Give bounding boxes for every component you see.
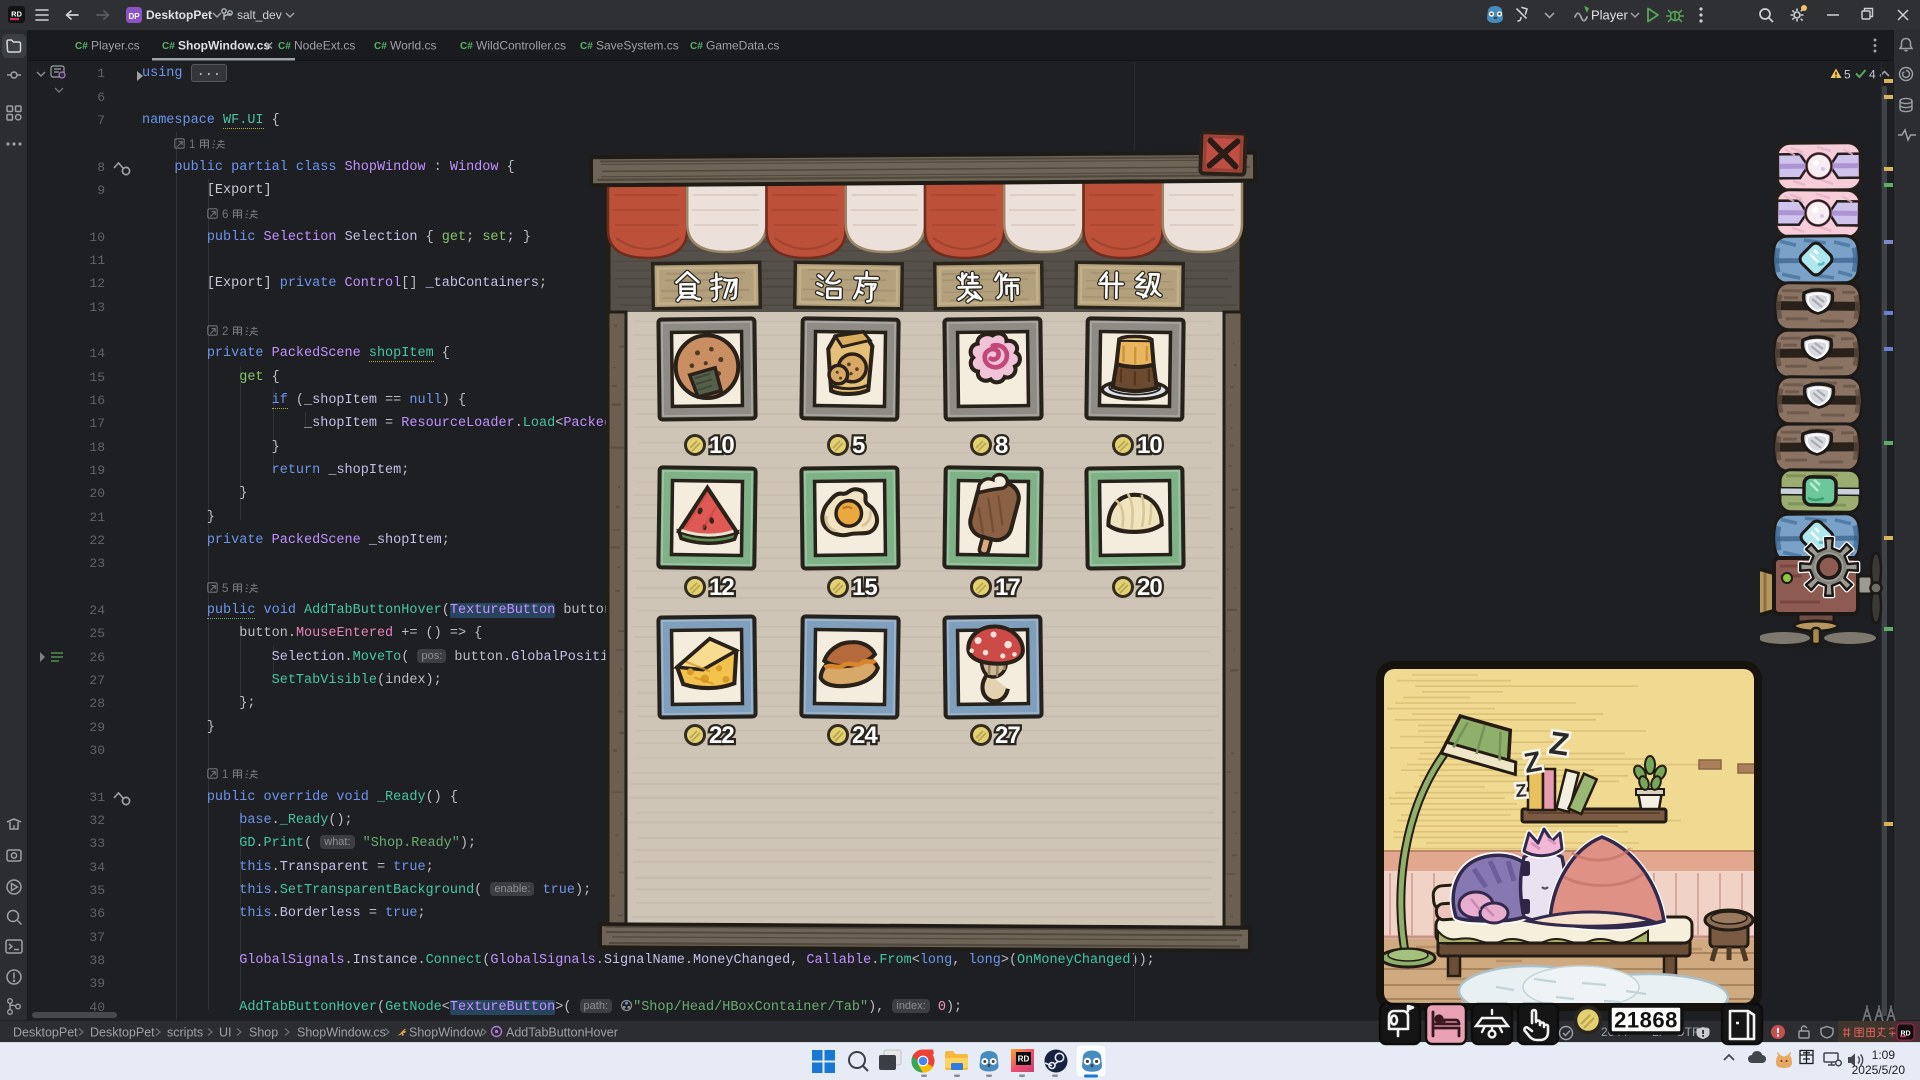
svg-text:RD: RD (1900, 1031, 1910, 1038)
svg-text:22: 22 (709, 722, 734, 749)
svg-text:WildController.cs: WildController.cs (476, 39, 566, 53)
svg-text:DesktopPet: DesktopPet (146, 8, 212, 22)
svg-text:4: 4 (1869, 68, 1876, 82)
svg-text:ShopWindow: ShopWindow (409, 1026, 484, 1040)
svg-text:World.cs: World.cs (390, 39, 436, 53)
svg-text:ShopWindow.cs: ShopWindow.cs (178, 39, 270, 53)
svg-text:AddTabButtonHover: AddTabButtonHover (506, 1026, 618, 1040)
svg-text:27: 27 (995, 722, 1020, 749)
svg-text:8: 8 (995, 432, 1008, 459)
svg-text:5: 5 (852, 432, 865, 459)
svg-text:NodeExt.cs: NodeExt.cs (294, 39, 355, 53)
svg-text:C#: C# (162, 41, 175, 52)
svg-text:C#: C# (690, 41, 703, 52)
svg-text:C#: C# (278, 41, 291, 52)
svg-text:DP: DP (128, 12, 140, 21)
svg-text:1:09: 1:09 (1872, 1048, 1896, 1062)
svg-text:DesktopPet: DesktopPet (90, 1026, 155, 1040)
svg-text:C#: C# (580, 41, 593, 52)
svg-text:C#: C# (374, 41, 387, 52)
svg-text:2: 2 (222, 326, 228, 338)
svg-text:Z: Z (1515, 780, 1527, 801)
svg-text:5: 5 (1844, 68, 1851, 82)
svg-text:Shop: Shop (249, 1026, 278, 1040)
svg-text:Player: Player (1591, 8, 1629, 23)
svg-text:12: 12 (709, 574, 734, 601)
svg-text:20: 20 (1137, 574, 1162, 601)
svg-text:1: 1 (222, 769, 228, 781)
svg-text:SaveSystem.cs: SaveSystem.cs (596, 39, 679, 53)
svg-text:1: 1 (189, 139, 195, 151)
svg-text:10: 10 (709, 432, 734, 459)
svg-text:RD: RD (1018, 1055, 1030, 1064)
svg-text:salt_dev: salt_dev (237, 8, 282, 22)
svg-text:scripts: scripts (167, 1026, 203, 1040)
svg-text:C#: C# (460, 41, 473, 52)
svg-text:GameData.cs: GameData.cs (706, 39, 779, 53)
svg-text:C#: C# (75, 41, 88, 52)
svg-text:ShopWindow.cs: ShopWindow.cs (297, 1026, 386, 1040)
svg-text:UI: UI (219, 1026, 232, 1040)
svg-text:6: 6 (222, 209, 228, 221)
svg-text:Player.cs: Player.cs (91, 39, 140, 53)
svg-text:RD: RD (11, 10, 22, 19)
svg-text:17: 17 (995, 574, 1020, 601)
svg-text:21868: 21868 (1614, 1008, 1678, 1033)
svg-text:2025/5/20: 2025/5/20 (1852, 1063, 1906, 1077)
svg-text:15: 15 (852, 574, 877, 601)
svg-text:24: 24 (852, 722, 878, 749)
svg-text:5: 5 (222, 583, 228, 595)
svg-text:10: 10 (1137, 432, 1162, 459)
svg-text:DesktopPet: DesktopPet (13, 1026, 78, 1040)
